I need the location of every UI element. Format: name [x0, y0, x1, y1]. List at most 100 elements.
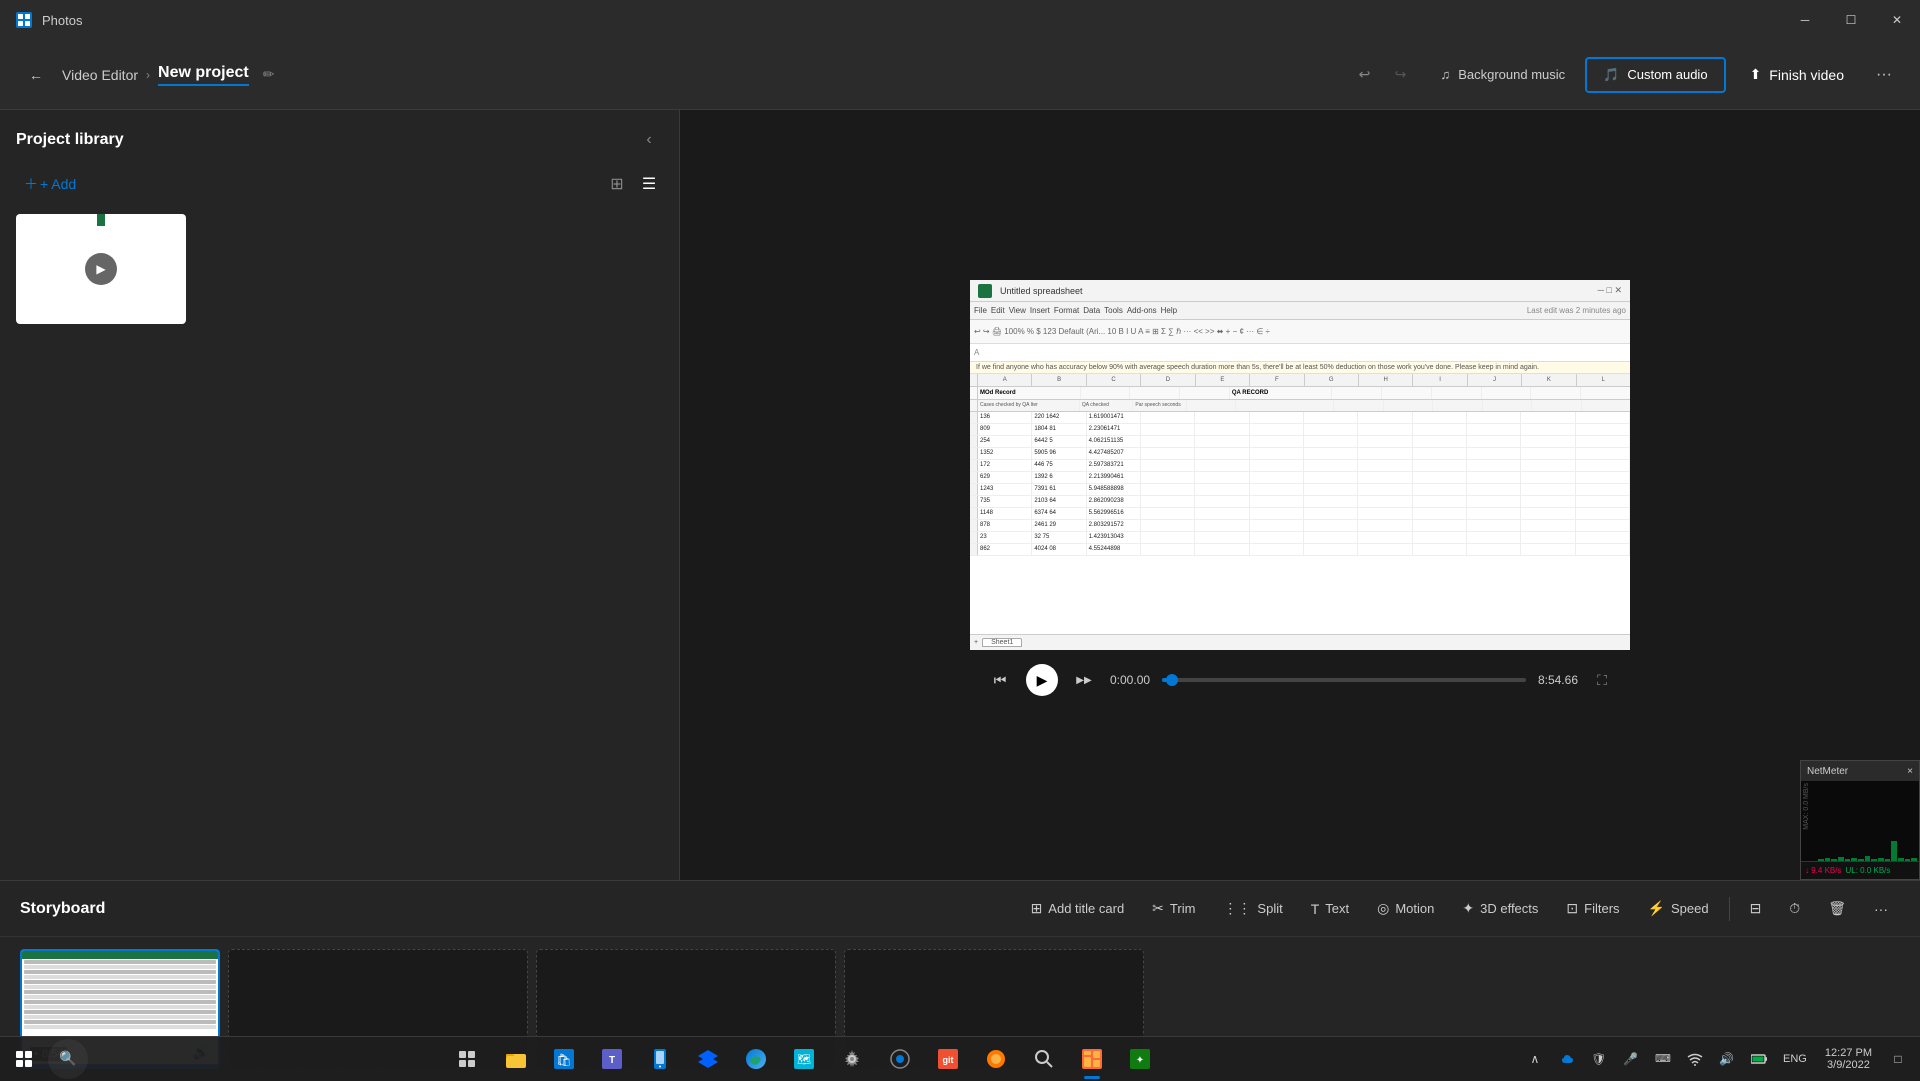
- 3d-effects-button[interactable]: ✦ 3D effects: [1450, 894, 1550, 923]
- netmeter-header: NetMeter ×: [1801, 761, 1919, 781]
- taskbar-app-browser2[interactable]: [974, 1037, 1018, 1081]
- taskbar-maps[interactable]: 🗺: [782, 1037, 826, 1081]
- fullscreen-button[interactable]: ⛶: [1590, 668, 1614, 692]
- chevron-up-icon[interactable]: ∧: [1521, 1045, 1549, 1073]
- breadcrumb-editor: Video Editor: [62, 67, 138, 83]
- trim-icon: ✂: [1152, 900, 1164, 917]
- timer-button[interactable]: ⏱: [1777, 894, 1812, 923]
- collapse-library-button[interactable]: ‹: [635, 126, 663, 154]
- netmeter-title: NetMeter: [1807, 766, 1848, 777]
- add-title-card-button[interactable]: ⊞ Add title card: [1019, 894, 1137, 923]
- start-button[interactable]: [0, 1037, 48, 1081]
- wifi-icon[interactable]: [1681, 1045, 1709, 1073]
- taskbar-photos[interactable]: [1070, 1037, 1114, 1081]
- progress-thumb[interactable]: [1166, 674, 1178, 686]
- skip-back-button[interactable]: ⏮: [986, 666, 1014, 694]
- back-button[interactable]: ←: [20, 59, 52, 91]
- taskbar-system-tray: ∧ 🛡 🎤 ⌨ 🔊 ENG 12:27 PM 3/9/2022 □: [1521, 1045, 1920, 1073]
- app-icon: [16, 12, 32, 28]
- data-row: 7352103 642.862090238: [970, 496, 1630, 508]
- keyboard-icon[interactable]: ⌨: [1649, 1045, 1677, 1073]
- motion-button[interactable]: ◎ Motion: [1365, 894, 1446, 923]
- maximize-button[interactable]: ☐: [1828, 0, 1874, 40]
- spreadsheet-title: Untitled spreadsheet: [1000, 286, 1590, 296]
- play-overlay[interactable]: ▶: [85, 253, 117, 285]
- storyboard-header: Storyboard ⊞ Add title card ✂ Trim ⋮⋮ Sp…: [0, 881, 1920, 937]
- note-bar: If we find anyone who has accuracy below…: [970, 362, 1630, 374]
- taskbar-task-view[interactable]: [446, 1037, 490, 1081]
- project-library-panel: Project library ‹ ＋ + Add ⊞ ☰: [0, 110, 680, 880]
- taskbar-apps: 🛍 T 🗺 git: [88, 1037, 1521, 1081]
- taskbar-app-git[interactable]: git: [926, 1037, 970, 1081]
- custom-audio-button[interactable]: 🎵 Custom audio: [1585, 57, 1725, 93]
- download-speed: ↓ 9.4 KB/s: [1805, 866, 1841, 875]
- play-pause-button[interactable]: ▶: [1026, 664, 1058, 696]
- redo-button[interactable]: ↪: [1384, 59, 1416, 91]
- notification-button[interactable]: □: [1884, 1045, 1912, 1073]
- battery-icon[interactable]: [1745, 1045, 1773, 1073]
- data-row: 6291392 62.213990461: [970, 472, 1630, 484]
- taskbar-app-cortana[interactable]: [878, 1037, 922, 1081]
- split-button[interactable]: ⋮⋮ Split: [1211, 894, 1294, 923]
- delete-button[interactable]: 🗑: [1816, 894, 1858, 923]
- crop-button[interactable]: ⊟: [1738, 894, 1774, 923]
- edit-project-name-icon[interactable]: ✏: [263, 66, 275, 83]
- netmeter-close-button[interactable]: ×: [1907, 766, 1913, 777]
- taskbar-app-16[interactable]: ✦: [1118, 1037, 1162, 1081]
- taskbar-edge[interactable]: [734, 1037, 778, 1081]
- media-item[interactable]: ▶: [16, 214, 186, 324]
- taskbar-store[interactable]: 🛍: [542, 1037, 586, 1081]
- library-title: Project library: [16, 131, 124, 149]
- onedrive-icon[interactable]: [1553, 1045, 1581, 1073]
- sound-icon[interactable]: 🔊: [1713, 1045, 1741, 1073]
- minimize-button[interactable]: ─: [1782, 0, 1828, 40]
- undo-redo-controls: ↩ ↪: [1348, 59, 1416, 91]
- taskbar-dropbox[interactable]: [686, 1037, 730, 1081]
- storyboard-more-button[interactable]: ···: [1862, 895, 1900, 923]
- taskbar-app-magnifier[interactable]: [1022, 1037, 1066, 1081]
- library-header: Project library ‹: [16, 126, 663, 154]
- mic-icon[interactable]: 🎤: [1617, 1045, 1645, 1073]
- progress-bar[interactable]: [1162, 678, 1526, 682]
- language-label[interactable]: ENG: [1777, 1045, 1813, 1073]
- motion-icon: ◎: [1377, 900, 1389, 917]
- speed-button[interactable]: ⚡ Speed: [1636, 894, 1721, 923]
- taskbar-settings[interactable]: [830, 1037, 874, 1081]
- text-button[interactable]: T Text: [1299, 895, 1361, 923]
- data-row: 13525905 964.427485207: [970, 448, 1630, 460]
- project-name[interactable]: New project: [158, 64, 249, 86]
- step-forward-button[interactable]: ▶▶: [1070, 666, 1098, 694]
- security-icon[interactable]: 🛡: [1585, 1045, 1613, 1073]
- current-time: 0:00.00: [1110, 673, 1150, 687]
- more-icon: ···: [1874, 901, 1888, 917]
- music-icon: ♫: [1440, 67, 1450, 82]
- taskbar-file-explorer[interactable]: [494, 1037, 538, 1081]
- app-title: Photos: [42, 13, 82, 28]
- data-row: 8782461 292.803291572: [970, 520, 1630, 532]
- filters-icon: ⊡: [1566, 900, 1578, 917]
- taskbar-phone-link[interactable]: [638, 1037, 682, 1081]
- spreadsheet-grid: A B C D E F G H I J K L: [970, 374, 1630, 556]
- toolbar-divider: [1729, 897, 1730, 921]
- netmeter-graph: MAX: 0.0 MB/s: [1801, 781, 1919, 861]
- title-bar-controls: ─ ☐ ✕: [1782, 0, 1920, 40]
- system-clock[interactable]: 12:27 PM 3/9/2022: [1817, 1047, 1880, 1071]
- background-music-button[interactable]: ♫ Background music: [1424, 59, 1581, 90]
- more-options-button[interactable]: ···: [1868, 59, 1900, 91]
- svg-text:✦: ✦: [1136, 1055, 1144, 1066]
- timer-icon: ⏱: [1789, 900, 1800, 917]
- undo-button[interactable]: ↩: [1348, 59, 1380, 91]
- filters-button[interactable]: ⊡ Filters: [1554, 894, 1631, 923]
- data-row: 2546442 54.062151135: [970, 436, 1630, 448]
- finish-video-button[interactable]: ⬆ Finish video: [1730, 58, 1864, 91]
- taskbar-teams[interactable]: T: [590, 1037, 634, 1081]
- data-row: 8091804 812.23061471: [970, 424, 1630, 436]
- total-duration: 8:54.66: [1538, 673, 1578, 687]
- library-content: ▶: [16, 214, 663, 864]
- search-button[interactable]: 🔍: [48, 1039, 88, 1079]
- list-view-button[interactable]: ☰: [635, 170, 663, 198]
- close-button[interactable]: ✕: [1874, 0, 1920, 40]
- trim-button[interactable]: ✂ Trim: [1140, 894, 1207, 923]
- add-media-button[interactable]: ＋ + Add: [16, 170, 84, 198]
- grid-view-button[interactable]: ⊞: [603, 170, 631, 198]
